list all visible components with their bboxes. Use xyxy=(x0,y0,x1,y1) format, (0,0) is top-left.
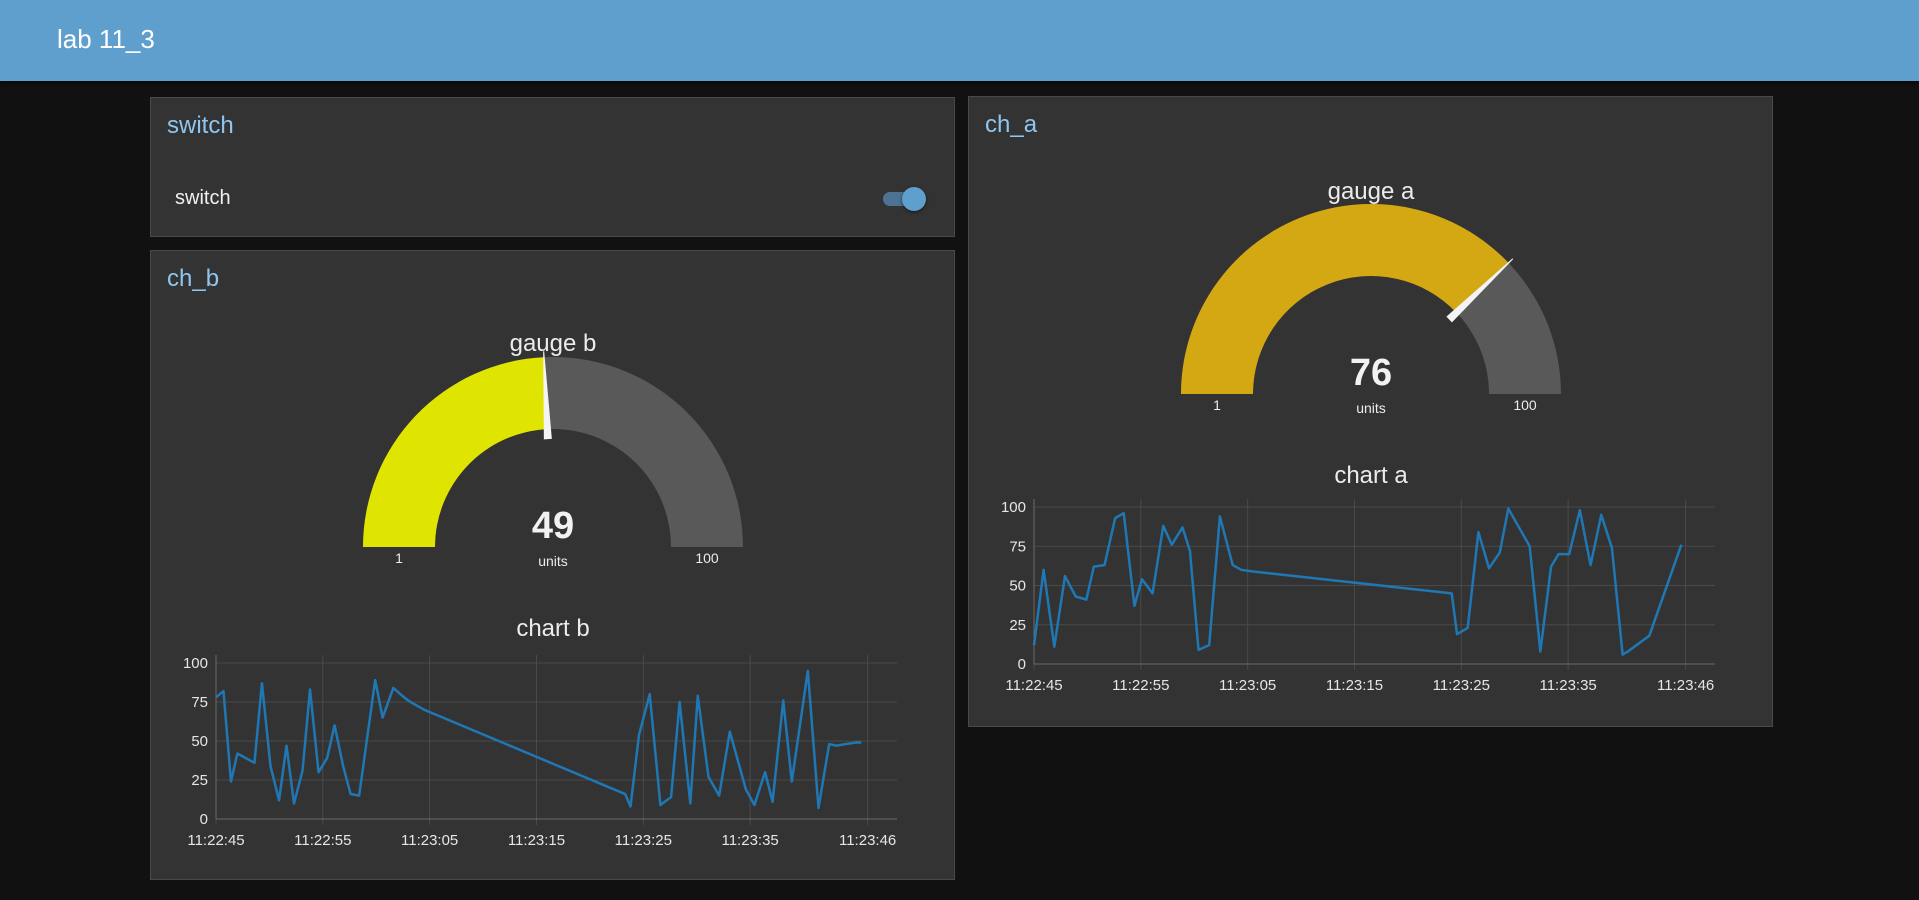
switch-label: switch xyxy=(175,187,231,209)
gauge-a-units: units xyxy=(1356,400,1386,416)
chart-a-x-tick-label: 11:23:15 xyxy=(1326,677,1383,694)
chart-a-x-tick-label: 11:22:55 xyxy=(1112,677,1169,694)
switch-toggle-thumb[interactable] xyxy=(902,187,926,211)
chart-a-y-tick-label: 100 xyxy=(1001,499,1026,516)
chart-a-title: chart a xyxy=(1334,462,1408,489)
gauge-a-min-label: 1 xyxy=(1213,397,1221,413)
chart-b-title: chart b xyxy=(516,615,589,642)
chart-b-x-tick-label: 11:23:15 xyxy=(508,832,565,849)
chart-a-x-tick-label: 11:23:25 xyxy=(1433,677,1490,694)
chart-b-y-tick-label: 75 xyxy=(191,694,208,711)
chart-a-x-tick-label: 11:23:05 xyxy=(1219,677,1276,694)
chart-a-y-tick-label: 0 xyxy=(1018,656,1026,673)
chart-a-y-tick-label: 50 xyxy=(1009,578,1026,595)
ch-b-widgets: gauge b 49 units 1 100 chart b 025507510… xyxy=(183,330,897,849)
chart-a-plot: 0 25 50 75 100 11:22:45 11:22:55 11:23:05 11:23:… xyxy=(1001,499,1715,694)
gauge-b-units: units xyxy=(538,553,568,569)
chart-a-series-line xyxy=(1032,507,1683,656)
chart-a-x-tick-label: 11:22:45 xyxy=(1005,677,1062,694)
gauge-b: gauge b 49 units 1 100 xyxy=(363,330,743,569)
gauge-a-value: 76 xyxy=(1350,352,1392,394)
chart-b-x-tick-label: 11:23:25 xyxy=(615,832,672,849)
gauge-a-fill xyxy=(1181,204,1509,394)
gauge-a-label: gauge a xyxy=(1328,178,1415,205)
chart-b-y-tick-label: 25 xyxy=(191,772,208,789)
ch-a-group-card: ch_a gauge a 76 units 1 100 chart a 0 25 5… xyxy=(968,96,1773,727)
chart-a-y-tick-label: 75 xyxy=(1009,538,1026,555)
chart-a-y-tick-label: 25 xyxy=(1009,617,1026,634)
switch-group-title: switch xyxy=(167,112,234,139)
chart-b-x-tick-label: 11:22:45 xyxy=(187,832,244,849)
header-bar: lab 11_3 xyxy=(0,0,1919,81)
chart-b-x-tick-label: 11:22:55 xyxy=(294,832,351,849)
chart-b-y-tick-label: 50 xyxy=(191,733,208,750)
switch-toggle[interactable] xyxy=(883,187,927,211)
switch-group-card: switch switch xyxy=(150,97,955,237)
gauge-b-max-label: 100 xyxy=(695,550,719,566)
chart-b-plot: 0 25 50 75 100 11:22:45 11:22:55 11:23:05 11:23:… xyxy=(183,655,897,849)
chart-a-x-tick-label: 11:23:46 xyxy=(1657,677,1714,694)
gauge-b-label: gauge b xyxy=(510,330,597,357)
ch-b-group-card: ch_b gauge b 49 units 1 100 chart b 0 25 5… xyxy=(150,250,955,880)
chart-b-x-tick-label: 11:23:05 xyxy=(401,832,458,849)
gauge-b-min-label: 1 xyxy=(395,550,403,566)
gauge-a: gauge a 76 units 1 100 xyxy=(1181,178,1561,416)
chart-b-y-tick-label: 0 xyxy=(200,811,208,828)
chart-a-x-tick-label: 11:23:35 xyxy=(1539,677,1596,694)
chart-b-y-tick-label: 100 xyxy=(183,655,208,672)
ch-a-widgets: gauge a 76 units 1 100 chart a 025507510… xyxy=(1001,178,1715,694)
chart-b-x-tick-label: 11:23:46 xyxy=(839,832,896,849)
gauge-a-max-label: 100 xyxy=(1513,397,1537,413)
app-title: lab 11_3 xyxy=(57,24,155,54)
chart-b-x-tick-label: 11:23:35 xyxy=(721,832,778,849)
gauge-b-value: 49 xyxy=(532,505,574,547)
gauge-b-fill xyxy=(363,357,548,547)
chart-b-series-line xyxy=(215,669,862,810)
